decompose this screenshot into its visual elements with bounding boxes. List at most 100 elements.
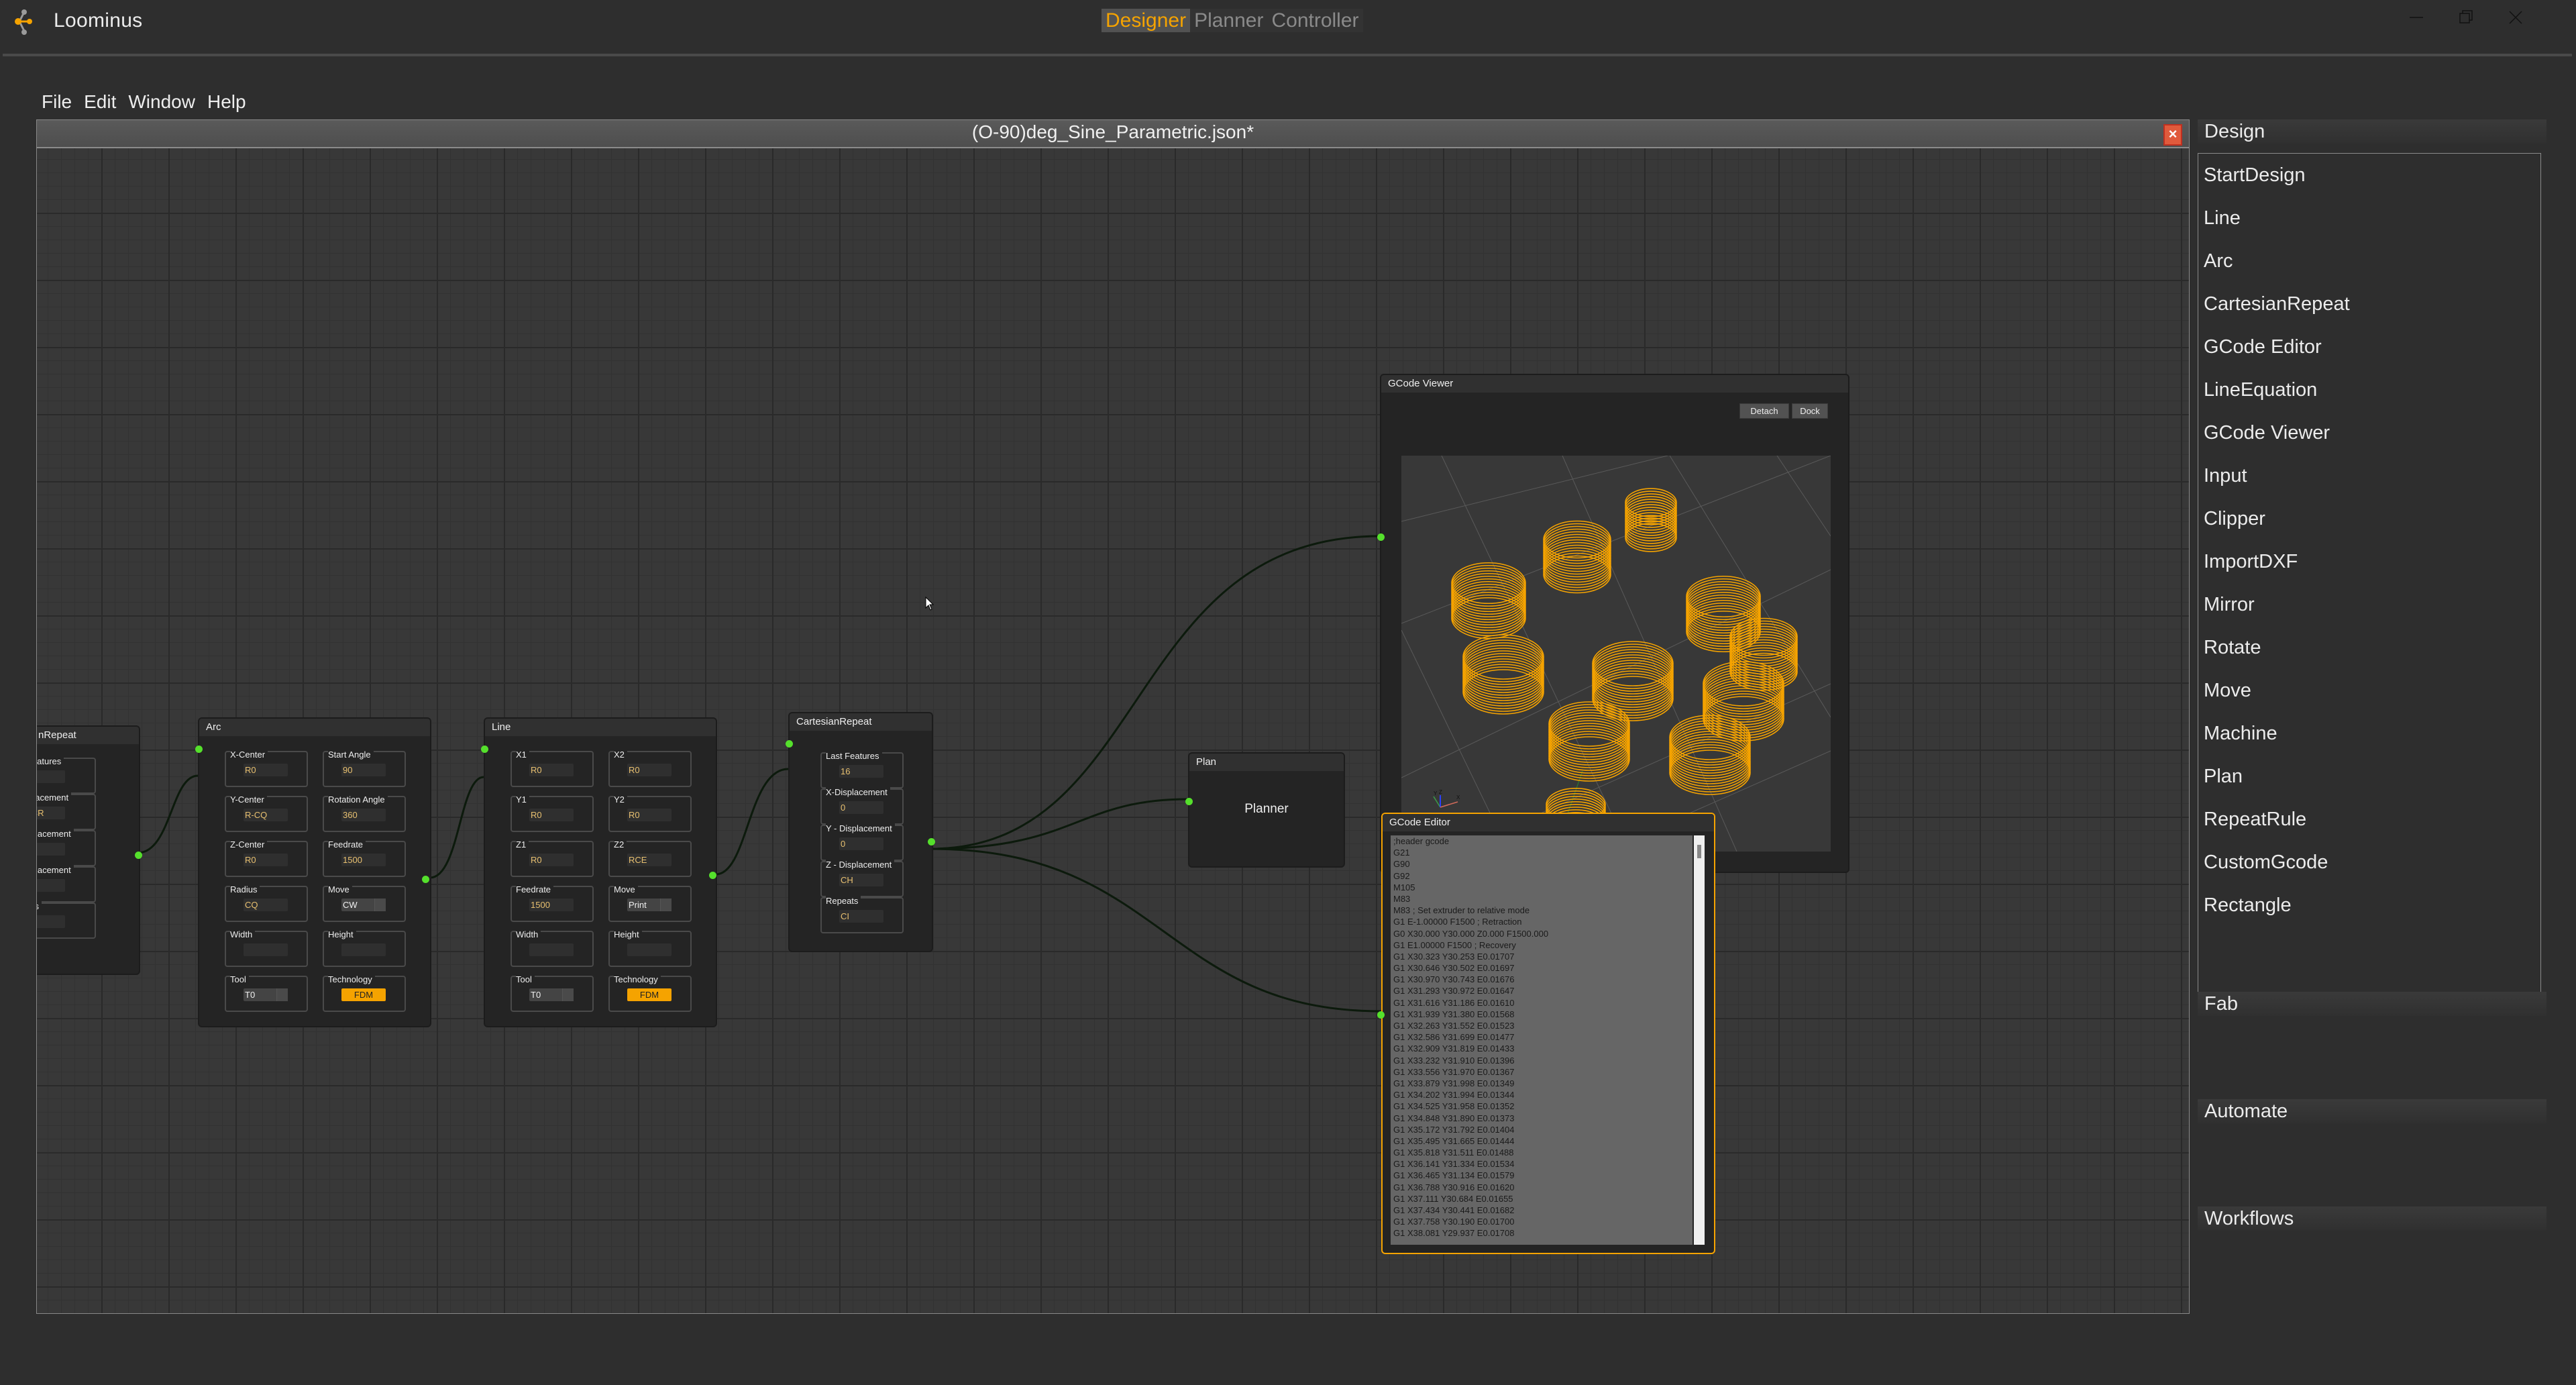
node-plan[interactable]: Plan Planner	[1185, 752, 1345, 868]
field-input[interactable]: R0	[244, 854, 288, 866]
design-item-rotate[interactable]: Rotate	[2198, 626, 2540, 669]
field-input[interactable]: R0	[627, 764, 672, 776]
node-left-repeat[interactable]: nRepeat ast Features4 -DisplacementR-CR …	[37, 725, 142, 975]
input-port[interactable]	[481, 746, 488, 753]
field-input[interactable]: R0	[529, 764, 574, 776]
field-dropdown[interactable]: T0	[529, 988, 574, 1001]
minimize-icon[interactable]	[2408, 9, 2424, 25]
field-input[interactable]: R-CR	[37, 807, 65, 819]
tab-controller[interactable]: Controller	[1267, 9, 1362, 32]
menu-help[interactable]: Help	[207, 91, 246, 113]
toolpath-layer	[1686, 588, 1761, 631]
design-item-input[interactable]: Input	[2198, 454, 2540, 497]
design-item-line[interactable]: Line	[2198, 197, 2540, 240]
design-item-gcode-editor[interactable]: GCode Editor	[2198, 325, 2540, 368]
design-item-mirror[interactable]: Mirror	[2198, 583, 2540, 626]
design-item-machine[interactable]: Machine	[2198, 712, 2540, 755]
technology-badge[interactable]: FDM	[627, 988, 672, 1001]
design-item-customgcode[interactable]: CustomGcode	[2198, 841, 2540, 884]
field-input[interactable]: 0	[37, 879, 65, 892]
field-input[interactable]: 1500	[529, 899, 574, 911]
menu-edit[interactable]: Edit	[84, 91, 116, 113]
dock-section-automate[interactable]: Automate	[2198, 1099, 2546, 1123]
tab-planner[interactable]: Planner	[1190, 9, 1267, 32]
input-port[interactable]	[1377, 533, 1385, 541]
node-title: GCode Viewer	[1381, 375, 1848, 393]
field-input[interactable]: R0	[244, 764, 288, 776]
detach-button[interactable]: Detach	[1739, 403, 1789, 419]
menu-file[interactable]: File	[42, 91, 72, 113]
design-item-repeatrule[interactable]: RepeatRule	[2198, 798, 2540, 841]
menu-window[interactable]: Window	[128, 91, 195, 113]
output-port[interactable]	[709, 872, 716, 879]
close-icon[interactable]	[2508, 9, 2524, 25]
field-input[interactable]: R0	[529, 809, 574, 821]
node-line[interactable]: Line X1 R0 X2 R0 Y1 R0 Y2 R0 Z1 R0 Z2 RCE Feedrate 15…	[481, 717, 717, 1027]
design-item-startdesign[interactable]: StartDesign	[2198, 154, 2540, 197]
field-input[interactable]: 90	[341, 764, 386, 776]
toolpath-layer	[1686, 594, 1761, 637]
field-input[interactable]: 0	[839, 837, 883, 850]
field-input[interactable]: CH	[839, 874, 883, 886]
field-dropdown[interactable]: T0	[244, 988, 288, 1001]
field-input[interactable]: 16	[839, 765, 883, 778]
design-item-clipper[interactable]: Clipper	[2198, 497, 2540, 540]
node-gcode-viewer[interactable]: GCode Viewer Detach Dock Y Z X	[1377, 374, 1849, 873]
gcode-line: G1 X30.970 Y30.743 E0.01676	[1393, 974, 1515, 985]
field-input[interactable]: RCE	[627, 854, 672, 866]
field-dropdown[interactable]: Print	[627, 899, 672, 911]
field-input[interactable]: 0	[37, 843, 65, 856]
field-input[interactable]	[529, 943, 574, 956]
field-input[interactable]: 1500	[341, 854, 386, 866]
field-input[interactable]	[627, 943, 672, 956]
restore-icon[interactable]	[2458, 9, 2474, 25]
field-x-center: X-Center R0	[225, 750, 308, 787]
wire-arc-to-line	[429, 776, 484, 879]
field-input[interactable]: 0	[839, 801, 883, 814]
output-port[interactable]	[422, 876, 429, 883]
3d-viewport[interactable]: Y Z X	[1401, 456, 1831, 852]
field-input[interactable]	[341, 943, 386, 956]
node-gcode-editor[interactable]: GCode Editor ;header gcode G21 G90 G92 M105 M…	[1377, 813, 1715, 1254]
node-canvas[interactable]: nRepeat ast Features4 -DisplacementR-CR …	[37, 148, 2189, 1313]
dock-button[interactable]: Dock	[1792, 403, 1828, 419]
design-item-rectangle[interactable]: Rectangle	[2198, 884, 2540, 927]
title-separator	[3, 54, 2572, 56]
design-item-importdxf[interactable]: ImportDXF	[2198, 540, 2540, 583]
tab-designer[interactable]: Designer	[1102, 9, 1191, 32]
field-input[interactable]: 4	[37, 770, 65, 783]
design-item-plan[interactable]: Plan	[2198, 755, 2540, 798]
field-dropdown[interactable]: CW	[341, 899, 386, 911]
output-port[interactable]	[928, 838, 935, 845]
field-input[interactable]: CI	[839, 910, 883, 923]
design-item-cartesianrepeat[interactable]: CartesianRepeat	[2198, 283, 2540, 325]
design-item-gcode-viewer[interactable]: GCode Viewer	[2198, 411, 2540, 454]
field-input[interactable]: 360	[341, 809, 386, 821]
field-input[interactable]: CQ	[244, 899, 288, 911]
node-arc[interactable]: Arc X-Center R0 Start Angle 90 Y-Center R-CQ R…	[195, 717, 431, 1027]
dock-section-fab[interactable]: Fab	[2198, 992, 2546, 1016]
toolpath-layer	[1625, 509, 1677, 539]
design-item-arc[interactable]: Arc	[2198, 240, 2540, 283]
input-port[interactable]	[786, 740, 793, 748]
gcode-scrollbar[interactable]	[1694, 835, 1705, 1245]
field-input[interactable]: R0	[529, 854, 574, 866]
dock-section-workflows[interactable]: Workflows	[2198, 1207, 2546, 1231]
output-port[interactable]	[135, 852, 142, 859]
field-label: Move	[614, 884, 638, 894]
input-port[interactable]	[195, 746, 203, 753]
technology-badge[interactable]: FDM	[341, 988, 386, 1001]
close-document-icon[interactable]: ×	[2163, 124, 2182, 146]
dock-section-design[interactable]: Design	[2198, 119, 2546, 144]
field-input[interactable]	[244, 943, 288, 956]
input-port[interactable]	[1377, 1011, 1385, 1019]
field-input[interactable]: R-CQ	[244, 809, 288, 821]
gcode-textarea[interactable]: ;header gcode G21 G90 G92 M105 M83 M83 ; Set e…	[1391, 835, 1693, 1245]
field-input[interactable]: CT	[37, 915, 65, 928]
node-cartesian-repeat[interactable]: CartesianRepeat Last Features 16 X-Displa…	[786, 712, 935, 952]
design-item-move[interactable]: Move	[2198, 669, 2540, 712]
field-feedrate: Feedrate 1500	[323, 839, 406, 877]
scrollbar-thumb[interactable]	[1697, 845, 1701, 858]
design-item-lineequation[interactable]: LineEquation	[2198, 368, 2540, 411]
field-input[interactable]: R0	[627, 809, 672, 821]
